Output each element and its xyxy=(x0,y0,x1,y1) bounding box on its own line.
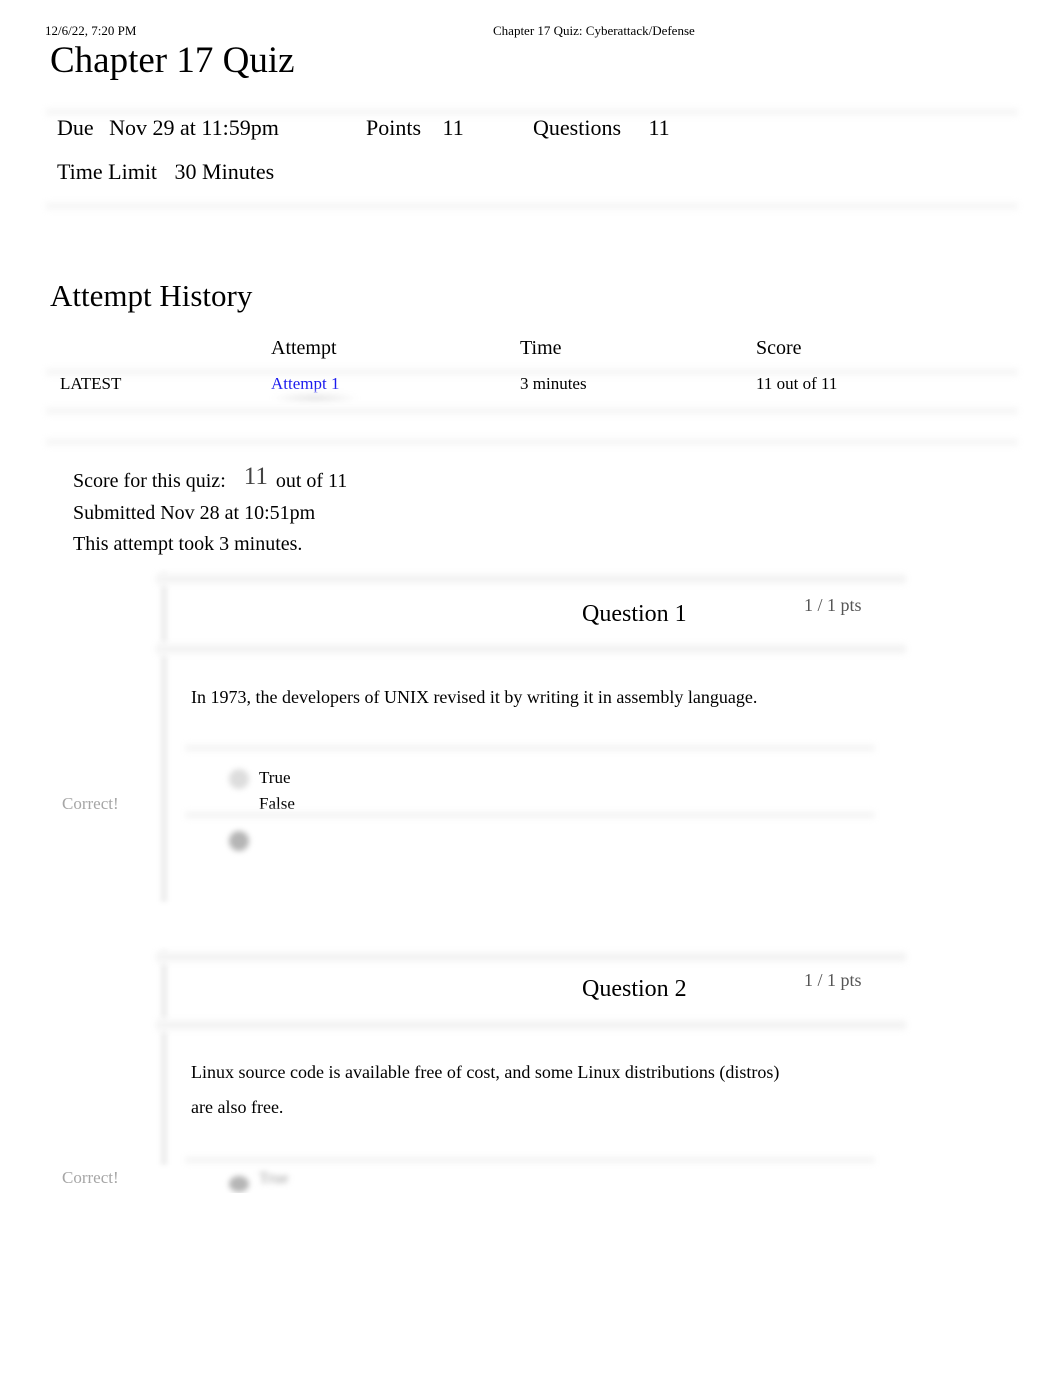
points-info: Points 11 xyxy=(366,115,464,141)
question-2-feedback: Correct! xyxy=(62,1168,119,1187)
question-2-text-line-1: Linux source code is available free of c… xyxy=(191,1062,780,1082)
score-label: Score for this quiz: xyxy=(73,470,226,492)
score-suffix: out of 11 xyxy=(275,470,348,492)
time-limit-value: 30 Minutes xyxy=(174,159,275,184)
submitted-time: Submitted Nov 28 at 10:51pm xyxy=(73,502,316,524)
q2-answer-true-radio-selected[interactable] xyxy=(229,1176,249,1192)
question-2-title: Question 2 xyxy=(582,976,687,1002)
questions-value: 11 xyxy=(648,115,670,140)
question-1-text: In 1973, the developers of UNIX revised … xyxy=(191,687,758,707)
question-2-header-top xyxy=(156,950,906,964)
question-1-points: 1 / 1 pts xyxy=(804,595,862,615)
question-1-title: Question 1 xyxy=(582,601,687,627)
time-limit-info: Time Limit 30 Minutes xyxy=(57,159,274,185)
attempt-history-title: Attempt History xyxy=(50,278,253,313)
due-label: Due xyxy=(57,115,94,140)
question-1-answer-divider xyxy=(185,810,875,820)
answer-false-radio-selected[interactable] xyxy=(229,831,249,851)
questions-label: Questions xyxy=(533,115,621,140)
due-info: Due Nov 29 at 11:59pm xyxy=(57,115,279,141)
table-row-divider xyxy=(46,405,1018,417)
q2-answer-true-label[interactable]: True xyxy=(259,1170,289,1188)
score-value: 11 xyxy=(243,463,268,490)
column-header-attempt: Attempt xyxy=(271,337,337,359)
question-1-header-bottom xyxy=(156,642,906,656)
answer-true-radio[interactable] xyxy=(229,769,249,789)
question-1-header-top xyxy=(156,572,906,586)
attempt-time: 3 minutes xyxy=(520,374,587,393)
print-date: 12/6/22, 7:20 PM xyxy=(45,23,137,38)
quiz-score: Score for this quiz: 11 out of 11 xyxy=(73,463,348,494)
attempt-1-link[interactable]: Attempt 1 xyxy=(271,374,339,394)
print-page-title: Chapter 17 Quiz: Cyberattack/Defense xyxy=(493,23,695,38)
quiz-title: Chapter 17 Quiz xyxy=(50,40,295,81)
latest-badge: LATEST xyxy=(60,374,122,393)
attempt-duration: This attempt took 3 minutes. xyxy=(73,533,303,555)
question-2-answers-top xyxy=(185,1155,875,1165)
question-1-feedback: Correct! xyxy=(62,794,119,813)
table-bottom-divider xyxy=(46,436,1018,448)
answer-true-label[interactable]: True xyxy=(259,768,291,788)
attempt-score: 11 out of 11 xyxy=(756,374,838,393)
column-header-score: Score xyxy=(756,337,802,359)
link-shadow xyxy=(270,392,360,404)
due-value: Nov 29 at 11:59pm xyxy=(109,115,279,140)
question-1-left-border xyxy=(158,572,170,902)
details-bottom-divider xyxy=(46,200,1018,212)
question-2-left-border xyxy=(158,950,170,1165)
question-2-text-line-2: are also free. xyxy=(191,1097,284,1117)
points-value: 11 xyxy=(442,115,464,140)
questions-info: Questions 11 xyxy=(533,115,670,141)
question-2-header-bottom xyxy=(156,1018,906,1032)
points-label: Points xyxy=(366,115,422,140)
question-2-points: 1 / 1 pts xyxy=(804,970,862,990)
time-limit-label: Time Limit xyxy=(57,159,158,184)
column-header-time: Time xyxy=(520,337,562,359)
page-bottom-blank xyxy=(0,1193,1062,1377)
question-1-answers-top xyxy=(185,743,875,753)
